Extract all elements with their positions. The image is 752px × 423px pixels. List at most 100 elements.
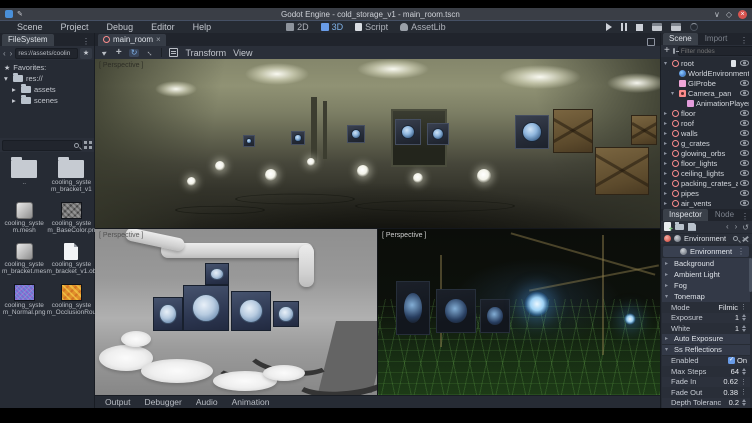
tools-icon[interactable] (741, 235, 749, 243)
viewport-label[interactable]: [ Perspective ] (382, 232, 426, 239)
scene-node[interactable]: AnimationPlayer (661, 98, 752, 108)
load-resource-icon[interactable] (675, 224, 684, 230)
scene-node[interactable]: ceiling_lights (661, 168, 752, 178)
caret-down-icon[interactable] (4, 74, 10, 83)
play-custom-scene-icon[interactable] (671, 23, 681, 31)
dock-menu-icon[interactable] (740, 36, 750, 45)
checkbox-checked-icon[interactable] (728, 357, 735, 364)
scene-node-root[interactable]: root (661, 58, 752, 68)
save-resource-icon[interactable] (688, 223, 696, 231)
caret-right-icon[interactable] (12, 85, 18, 94)
caret-right-icon[interactable] (664, 170, 670, 177)
local-space-toggle-icon[interactable] (169, 48, 178, 57)
favorite-star-button[interactable] (80, 48, 92, 59)
dock-menu-icon[interactable] (741, 212, 751, 221)
file-item[interactable]: .. (2, 156, 46, 193)
prop-mode[interactable]: ModeFilmic (662, 302, 750, 313)
file-search-input[interactable] (2, 140, 82, 151)
search-properties-icon[interactable] (733, 236, 738, 241)
group-tonemap[interactable]: Tonemap (662, 291, 750, 302)
tab-output[interactable]: Output (105, 397, 131, 407)
transform-menu[interactable]: Transform (185, 48, 226, 58)
caret-down-icon[interactable] (664, 60, 670, 67)
tab-import[interactable]: Import (699, 33, 734, 45)
caret-right-icon[interactable] (664, 160, 670, 167)
titlebar[interactable]: ✎ Godot Engine - cold_storage_v1 - main_… (0, 8, 752, 20)
scale-tool-icon[interactable] (146, 49, 154, 57)
visibility-eye-icon[interactable] (740, 200, 749, 206)
caret-right-icon[interactable] (664, 180, 670, 187)
scene-node[interactable]: GIProbe (661, 78, 752, 88)
viewport-main[interactable]: [ Perspective ] (95, 59, 660, 228)
tab-node[interactable]: Node (709, 209, 740, 221)
tree-item-assets[interactable]: assets (0, 84, 94, 95)
resource-menu-icon[interactable] (737, 247, 747, 256)
group-fog[interactable]: Fog (662, 280, 750, 291)
tab-filesystem[interactable]: FileSystem (2, 34, 54, 46)
visibility-eye-icon[interactable] (740, 190, 749, 196)
editor-assetlib-button[interactable]: AssetLib (400, 22, 446, 32)
view-menu[interactable]: View (233, 48, 252, 58)
prop-enabled[interactable]: EnabledOn (662, 356, 750, 367)
spinner-icon[interactable] (741, 325, 747, 332)
maximize-button[interactable] (726, 10, 732, 19)
prop-fade-in[interactable]: Fade In0.62 (662, 377, 750, 388)
tree-item-res[interactable]: res:// (0, 73, 94, 84)
menu-debug[interactable]: Debug (98, 22, 143, 32)
thumbnail-view-toggle-icon[interactable] (84, 141, 92, 149)
prop-exposure[interactable]: Exposure1 (662, 313, 750, 324)
visibility-eye-icon[interactable] (740, 60, 749, 66)
tab-debugger[interactable]: Debugger (145, 397, 182, 407)
prop-menu-icon[interactable] (740, 388, 747, 396)
file-item[interactable]: cooling_system_bracket.mes (2, 238, 46, 275)
prop-white[interactable]: White1 (662, 323, 750, 334)
file-item[interactable]: cooling_system_BaseColor.pn (46, 197, 96, 234)
group-ss-reflections[interactable]: Ss Reflections (662, 345, 750, 356)
caret-right-icon[interactable] (664, 120, 670, 127)
prop-menu-icon[interactable] (740, 378, 747, 386)
viewport-bottom-left[interactable]: [ Perspective ] (95, 229, 377, 395)
group-background[interactable]: Background (662, 258, 750, 269)
tab-audio[interactable]: Audio (196, 397, 218, 407)
caret-right-icon[interactable] (664, 190, 670, 197)
instance-scene-icon[interactable] (673, 48, 675, 54)
close-tab-icon[interactable] (156, 35, 161, 44)
select-tool-icon[interactable] (101, 49, 109, 57)
tree-item-favorites[interactable]: Favorites: (0, 62, 94, 73)
caret-right-icon[interactable] (664, 130, 670, 137)
caret-right-icon[interactable] (664, 110, 670, 117)
distraction-free-icon[interactable] (647, 38, 655, 46)
menu-scene[interactable]: Scene (8, 22, 52, 32)
nav-back-icon[interactable] (2, 49, 7, 58)
group-ambient-light[interactable]: Ambient Light (662, 269, 750, 280)
menu-help[interactable]: Help (184, 22, 221, 32)
prop-max-steps[interactable]: Max Steps64 (662, 366, 750, 377)
visibility-eye-icon[interactable] (740, 150, 749, 156)
file-item[interactable]: cooling_system_bracket_v1.ob (46, 238, 96, 275)
caret-right-icon[interactable] (664, 140, 670, 147)
scene-node[interactable]: air_vents (661, 198, 752, 208)
scene-node[interactable]: Camera_pan (661, 88, 752, 98)
visibility-eye-icon[interactable] (740, 110, 749, 116)
prop-fade-out[interactable]: Fade Out0.38 (662, 387, 750, 398)
caret-right-icon[interactable] (664, 150, 670, 157)
visibility-eye-icon[interactable] (740, 90, 749, 96)
visibility-eye-icon[interactable] (740, 160, 749, 166)
editor-2d-button[interactable]: 2D (286, 22, 309, 32)
prop-depth-tolerance[interactable]: Depth Toleranc0.2 (662, 398, 750, 409)
editor-script-button[interactable]: Script (355, 22, 388, 32)
scene-node[interactable]: pipes (661, 188, 752, 198)
file-item[interactable]: cooling_system.mesh (2, 197, 46, 234)
visibility-eye-icon[interactable] (740, 170, 749, 176)
close-button[interactable] (738, 10, 747, 19)
scene-node[interactable]: g_crates (661, 138, 752, 148)
scene-node[interactable]: floor_lights (661, 158, 752, 168)
filter-nodes-input[interactable] (681, 48, 752, 55)
tab-scene[interactable]: Scene (663, 33, 698, 45)
prop-menu-icon[interactable] (740, 303, 747, 311)
history-back-icon[interactable] (725, 222, 730, 231)
scene-tab-main-room[interactable]: main_room (98, 34, 166, 46)
minimize-button[interactable] (714, 10, 720, 19)
spinner-icon[interactable] (741, 314, 747, 321)
viewport-label[interactable]: [ Perspective ] (99, 62, 143, 69)
